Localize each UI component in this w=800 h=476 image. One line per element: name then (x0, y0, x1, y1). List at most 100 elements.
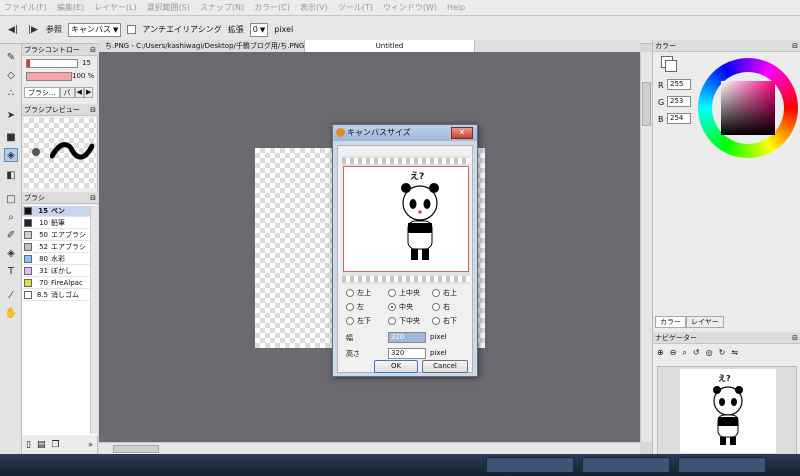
tab-palette[interactable]: パ (59, 87, 75, 98)
anchor-bottom-left[interactable]: 左下 (346, 316, 371, 326)
width-input[interactable]: 320 (388, 332, 426, 343)
brush-item[interactable]: 15 ペン (22, 206, 92, 217)
tab-prev-icon[interactable]: ◀ (74, 87, 84, 98)
reference-select[interactable]: キャンバス ▼ (68, 22, 122, 37)
tab-color[interactable]: カラー (655, 316, 686, 328)
r-input[interactable]: 255 (667, 79, 691, 90)
eyedropper-icon[interactable]: ⁄ (4, 288, 18, 302)
taskbar-button[interactable] (678, 457, 766, 473)
brush-item[interactable]: 8.5 消しゴム (22, 290, 92, 301)
menu-tool[interactable]: ツール(T) (338, 2, 373, 13)
eraser-icon[interactable]: ◇ (4, 68, 18, 82)
brush-item[interactable]: 10 鉛筆 (22, 218, 92, 229)
tab-layer[interactable]: レイヤー (686, 316, 724, 328)
ok-button[interactable]: OK (374, 360, 418, 373)
prev-icon[interactable]: ◀| (6, 23, 20, 37)
brush-item[interactable]: 80 水彩 (22, 254, 92, 265)
lasso-icon[interactable]: ⌕ (4, 210, 18, 224)
fill-rect-icon[interactable]: ■ (4, 130, 18, 144)
background-color-swatch[interactable] (665, 60, 677, 72)
reset-rotation-icon[interactable]: ◎ (706, 348, 713, 358)
navigator-view[interactable]: え? (657, 366, 797, 456)
rect-select-icon[interactable]: □ (4, 192, 18, 206)
dots-icon[interactable]: ∴ (4, 86, 18, 100)
taskbar-button[interactable] (582, 457, 670, 473)
dialog-title-bar[interactable]: キャンバスサイズ ✕ (333, 125, 477, 141)
anchor-bottom-center[interactable]: 下中央 (388, 316, 420, 326)
g-input[interactable]: 253 (667, 96, 691, 107)
menu-layer[interactable]: レイヤー(L) (94, 2, 136, 13)
edit-brush-icon[interactable]: ▤ (37, 440, 46, 450)
tab-brush[interactable]: ブラシ... (24, 87, 60, 98)
brush-list-scrollbar[interactable] (90, 206, 98, 434)
saturation-value-square[interactable] (721, 81, 775, 135)
pin-icon[interactable]: ⊟ (792, 332, 798, 343)
menu-select[interactable]: 選択範囲(S) (147, 2, 190, 13)
antialias-checkbox[interactable] (127, 25, 137, 34)
menu-file[interactable]: ファイル(F) (4, 2, 47, 13)
brush-item[interactable]: 31 ぼかし (22, 266, 92, 277)
anchor-top-right[interactable]: 右上 (432, 288, 457, 298)
pen-icon[interactable]: ✎ (4, 50, 18, 64)
text-icon[interactable]: T (4, 264, 18, 278)
hand-icon[interactable]: ✋ (4, 306, 18, 320)
navigator-toolbar: ⊕ ⊖ ⌕ ↺ ◎ ↻ ⇋ (657, 348, 738, 358)
next-icon[interactable]: |▶ (26, 23, 40, 37)
copy-brush-icon[interactable]: ❐ (51, 440, 59, 450)
expand-select[interactable]: 0 ▼ (249, 22, 269, 37)
menu-snap[interactable]: スナップ(N) (200, 2, 244, 13)
b-label: B (658, 115, 664, 124)
zoom-in-icon[interactable]: ⊕ (657, 348, 664, 358)
expand-value: 0 (252, 25, 258, 34)
canvas-horizontal-scrollbar[interactable] (99, 442, 640, 454)
bucket-icon[interactable]: ◈ (4, 148, 18, 162)
new-brush-icon[interactable]: ▯ (26, 440, 31, 450)
tab-next-icon[interactable]: ▶ (83, 87, 94, 98)
brush-select-icon[interactable]: ✐ (4, 228, 18, 242)
cancel-button[interactable]: Cancel (422, 360, 468, 373)
hue-wheel[interactable] (698, 58, 798, 158)
menu-color[interactable]: カラー(C) (254, 2, 290, 13)
anchor-label: 右上 (443, 289, 457, 297)
vscroll-thumb[interactable] (642, 82, 651, 126)
flip-icon[interactable]: ⇋ (731, 348, 738, 358)
anchor-top-center[interactable]: 上中央 (388, 288, 420, 298)
zoom-fit-icon[interactable]: ⌕ (682, 348, 686, 358)
taskbar-button[interactable] (486, 457, 574, 473)
anchor-bottom-right[interactable]: 右下 (432, 316, 457, 326)
hscroll-thumb[interactable] (113, 445, 159, 453)
brush-item[interactable]: 52 エアブラシ (22, 242, 92, 253)
tab-document-2[interactable]: Untitled (305, 40, 475, 52)
close-icon[interactable]: ✕ (451, 127, 473, 139)
height-input[interactable]: 320 (388, 348, 426, 359)
gradient-icon[interactable]: ◧ (4, 168, 18, 182)
anchor-top-left[interactable]: 左上 (346, 288, 371, 298)
pin-icon[interactable]: ⊟ (792, 40, 798, 51)
canvas-vertical-scrollbar[interactable] (640, 52, 652, 442)
anchor-right[interactable]: 右 (432, 302, 450, 312)
rotate-right-icon[interactable]: ↻ (719, 348, 726, 358)
move-icon[interactable]: ➤ (4, 108, 18, 122)
rotate-left-icon[interactable]: ↺ (693, 348, 700, 358)
tab-document-1[interactable]: ち.PNG - C:/Users/kashiwagi/Desktop/千鶴ブログ… (99, 40, 305, 52)
menu-window[interactable]: ウィンドウ(W) (383, 2, 437, 13)
select-bucket-icon[interactable]: ◈ (4, 246, 18, 260)
zoom-out-icon[interactable]: ⊖ (670, 348, 677, 358)
brush-size-slider[interactable] (26, 59, 78, 68)
menu-help[interactable]: Help (447, 3, 465, 12)
brush-opacity-slider[interactable] (26, 72, 72, 81)
pin-icon[interactable]: ⊟ (90, 104, 96, 115)
brush-item[interactable]: 50 エアブラシ (22, 230, 92, 241)
b-input[interactable]: 254 (667, 113, 691, 124)
menu-edit[interactable]: 編集(E) (57, 2, 84, 13)
anchor-left[interactable]: 左 (346, 302, 364, 312)
radio-dot (432, 303, 440, 311)
anchor-center[interactable]: 中央 (388, 302, 413, 312)
pin-icon[interactable]: ⊟ (90, 44, 96, 55)
brush-control-title-text: ブラシコントロー (24, 46, 80, 54)
brush-item[interactable]: 70 FireAlpac (22, 278, 92, 289)
menu-view[interactable]: 表示(V) (300, 2, 328, 13)
brush-size: 15 (38, 207, 48, 215)
expand-icon[interactable]: » (88, 440, 93, 449)
pin-icon[interactable]: ⊟ (90, 192, 96, 203)
